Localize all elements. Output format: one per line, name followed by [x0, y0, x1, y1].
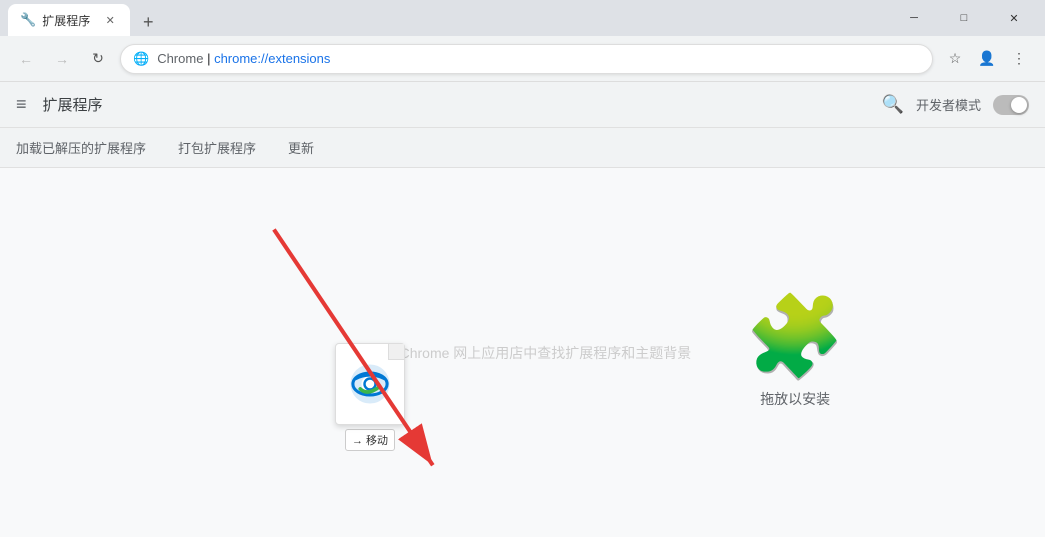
refresh-button[interactable]: ↻ [84, 45, 112, 73]
forward-button[interactable]: → [48, 45, 76, 73]
address-brand: Chrome [157, 51, 203, 66]
titlebar: 🔧 扩展程序 ✕ + ─ □ ✕ [0, 0, 1045, 36]
drop-label: 拖放以安装 [760, 389, 830, 409]
address-separator: | [207, 51, 214, 66]
address-actions: ☆ 👤 ⋮ [941, 45, 1033, 73]
toggle-knob [1011, 97, 1027, 113]
move-badge: → 移动 [345, 429, 395, 451]
dragging-file: → 移动 [330, 343, 410, 451]
tab-close-button[interactable]: ✕ [102, 12, 118, 28]
active-tab[interactable]: 🔧 扩展程序 ✕ [8, 4, 130, 36]
extensions-page-title: 扩展程序 [43, 94, 103, 115]
header-right-controls: 🔍 开发者模式 [882, 94, 1029, 115]
back-button[interactable]: ← [12, 45, 40, 73]
dragged-file-icon [335, 343, 405, 425]
tab-favicon: 🔧 [20, 12, 36, 28]
hamburger-menu-icon[interactable]: ≡ [16, 94, 27, 115]
account-button[interactable]: 👤 [973, 45, 1001, 73]
drop-zone[interactable]: 🧩 拖放以安装 [745, 297, 845, 409]
tab-label: 扩展程序 [42, 12, 90, 29]
drag-arrow [0, 168, 1045, 537]
address-text: Chrome | chrome://extensions [157, 51, 920, 66]
address-input[interactable]: 🌐 Chrome | chrome://extensions [120, 44, 933, 74]
dragged-ie-logo [348, 362, 392, 406]
sub-navigation: 加载已解压的扩展程序 打包扩展程序 更新 [0, 128, 1045, 168]
puzzle-icon: 🧩 [745, 297, 845, 377]
lock-icon: 🌐 [133, 51, 149, 67]
pack-extension-button[interactable]: 打包扩展程序 [178, 128, 256, 167]
minimize-button[interactable]: ─ [891, 2, 937, 34]
extensions-drop-area[interactable]: 或访问 Chrome 网上应用店中查找扩展程序和主题背景 [0, 168, 1045, 537]
address-url: chrome://extensions [214, 51, 330, 66]
content-area: 查看 电脑 > 文档 (E:) > 4 [0, 168, 1045, 537]
tab-area: 🔧 扩展程序 ✕ + [8, 0, 891, 36]
address-bar: ← → ↻ 🌐 Chrome | chrome://extensions ☆ 👤… [0, 36, 1045, 82]
maximize-button[interactable]: □ [941, 2, 987, 34]
bookmark-button[interactable]: ☆ [941, 45, 969, 73]
window-controls: ─ □ ✕ [891, 2, 1037, 34]
dev-mode-label: 开发者模式 [916, 95, 981, 114]
menu-button[interactable]: ⋮ [1005, 45, 1033, 73]
extensions-header: ≡ 扩展程序 🔍 开发者模式 [0, 82, 1045, 128]
new-tab-button[interactable]: + [134, 8, 162, 36]
browser-window: 🔧 扩展程序 ✕ + ─ □ ✕ ← → ↻ 🌐 Chrome | chrome… [0, 0, 1045, 537]
file-corner [388, 344, 404, 360]
extensions-page: ≡ 扩展程序 🔍 开发者模式 加载已解压的扩展程序 打包扩展程序 更新 查看 电… [0, 82, 1045, 537]
update-button[interactable]: 更新 [288, 128, 314, 167]
close-button[interactable]: ✕ [991, 2, 1037, 34]
search-extensions-icon[interactable]: 🔍 [882, 94, 904, 115]
load-unpacked-button[interactable]: 加载已解压的扩展程序 [16, 128, 146, 167]
dev-mode-toggle[interactable] [993, 95, 1029, 115]
